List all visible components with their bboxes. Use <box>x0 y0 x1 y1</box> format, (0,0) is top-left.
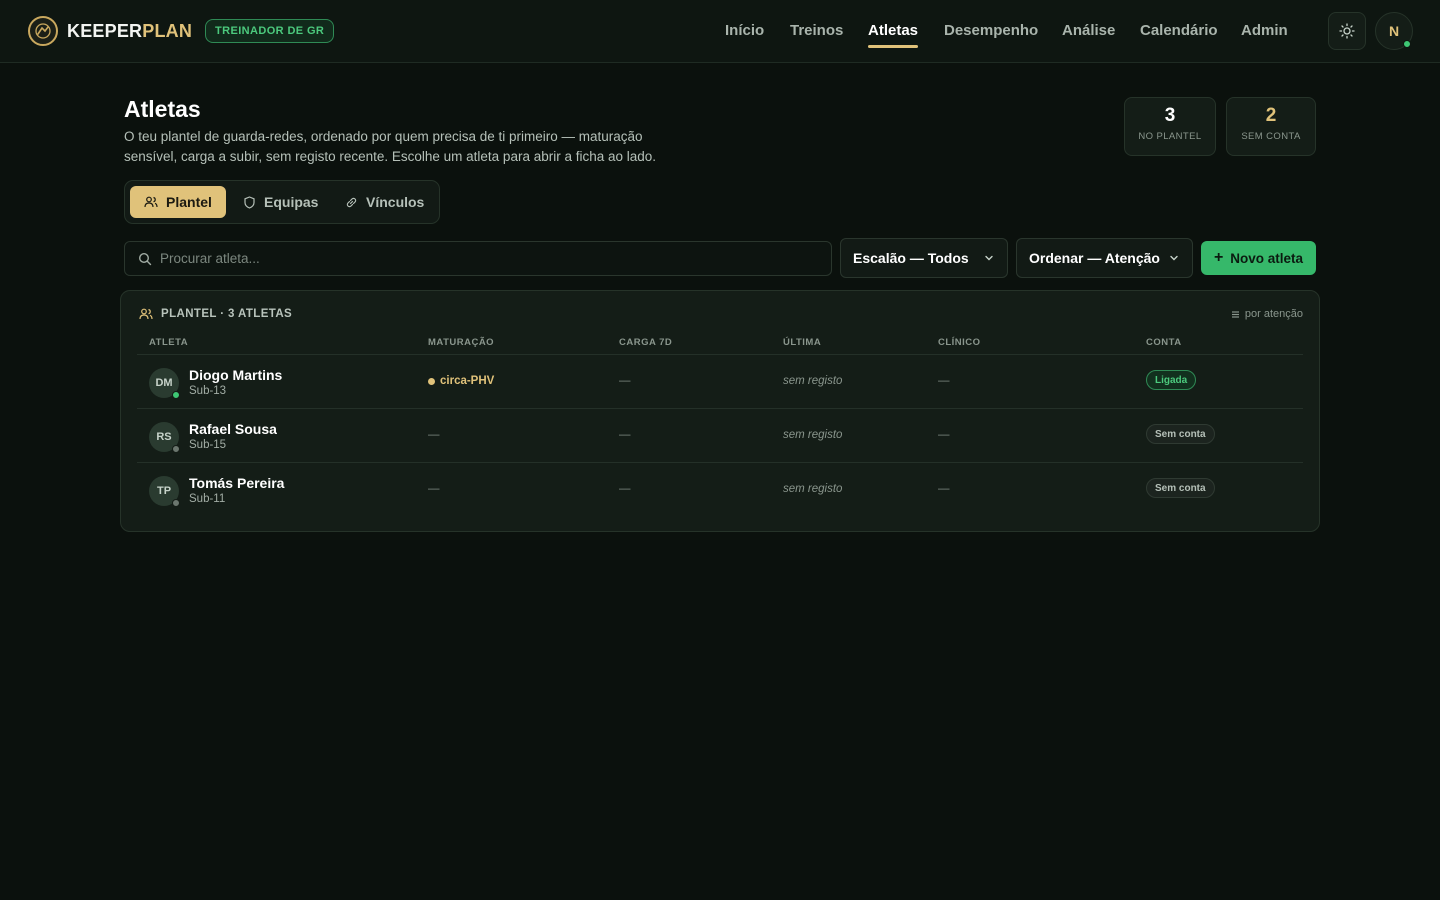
athlete-name: Diogo Martins <box>189 367 283 383</box>
role-badge: TREINADOR DE GR <box>205 19 335 43</box>
athlete-squad: Sub-11 <box>189 493 226 505</box>
escalao-select[interactable]: Escalão — Todos <box>840 238 1008 278</box>
new-athlete-label: Novo atleta <box>1230 250 1304 266</box>
new-athlete-button[interactable]: + Novo atleta <box>1201 241 1316 275</box>
maturation-value: — <box>428 429 440 441</box>
nav-inicio[interactable]: Início <box>725 22 764 39</box>
nav-analise[interactable]: Análise <box>1062 22 1115 39</box>
athletes-table-panel: PLANTEL · 3 ATLETAS por atenção ATLETA M… <box>120 290 1320 532</box>
view-tabs: Plantel Equipas Vínculos <box>124 180 440 224</box>
top-navbar: KEEPERPLAN TREINADOR DE GR Início Treino… <box>0 0 1440 63</box>
brand[interactable]: KEEPERPLAN <box>28 15 192 47</box>
search-input[interactable] <box>160 251 800 266</box>
page-description: O teu plantel de guarda-redes, ordenado … <box>124 129 657 164</box>
nav-calendario[interactable]: Calendário <box>1140 22 1218 39</box>
account-badge: Sem conta <box>1146 424 1215 444</box>
tab-label: Vínculos <box>366 194 425 210</box>
maturation-value: — <box>428 483 440 495</box>
column-header-conta[interactable]: CONTA <box>1146 337 1182 348</box>
load-value: — <box>619 375 631 387</box>
avatar-initials: TP <box>156 485 172 497</box>
stat-no-plantel: 3 NO PLANTEL <box>1124 97 1216 156</box>
nav-admin[interactable]: Admin <box>1241 22 1288 39</box>
brand-name-part2: PLAN <box>142 20 193 41</box>
brand-name: KEEPERPLAN <box>67 21 192 42</box>
brand-name-part1: KEEPER <box>67 20 143 41</box>
table-row[interactable]: DM Diogo Martins Sub-13 circa-PHV — sem … <box>137 355 1303 409</box>
users-icon <box>144 196 158 208</box>
tab-label: Plantel <box>166 194 212 210</box>
last-record-value: sem registo <box>783 429 843 441</box>
status-dot <box>172 499 180 507</box>
tab-vinculos[interactable]: Vínculos <box>331 186 438 218</box>
online-status-dot <box>1403 40 1411 48</box>
plus-icon: + <box>1213 249 1224 266</box>
stat-label: SEM CONTA <box>1241 131 1301 142</box>
page-title: Atletas <box>124 96 201 122</box>
ordenar-select[interactable]: Ordenar — Atenção <box>1016 238 1193 278</box>
panel-title: PLANTEL · 3 ATLETAS <box>161 308 293 320</box>
table-row[interactable]: TP Tomás Pereira Sub-11 — — sem registo … <box>137 463 1303 517</box>
panel-header: PLANTEL · 3 ATLETAS <box>139 307 292 321</box>
link-icon <box>346 197 357 207</box>
users-icon <box>139 308 153 320</box>
stat-value: 3 <box>1164 105 1176 126</box>
list-icon <box>1231 310 1239 318</box>
sort-indicator[interactable]: por atenção <box>1231 308 1303 320</box>
athlete-name: Tomás Pereira <box>189 475 285 491</box>
avatar: DM <box>149 368 180 399</box>
column-header-ultima[interactable]: ÚLTIMA <box>783 337 821 348</box>
column-header-maturacao[interactable]: MATURAÇÃO <box>428 337 494 348</box>
column-header-carga[interactable]: CARGA 7D <box>619 337 672 348</box>
stat-value: 2 <box>1265 105 1277 126</box>
athlete-squad: Sub-13 <box>189 385 227 397</box>
account-badge: Ligada <box>1146 370 1197 390</box>
search-icon <box>138 252 152 265</box>
account-badge: Sem conta <box>1146 478 1215 498</box>
ordenar-value: Ordenar — Atenção <box>1029 250 1160 266</box>
clinical-value: — <box>938 375 950 387</box>
avatar-initials: DM <box>155 377 173 389</box>
status-dot <box>172 391 180 399</box>
chevron-down-icon <box>1170 255 1178 261</box>
clinical-value: — <box>938 429 950 441</box>
nav-treinos[interactable]: Treinos <box>790 22 843 39</box>
search-box <box>124 241 832 276</box>
stat-sem-conta: 2 SEM CONTA <box>1226 97 1316 156</box>
tab-label: Equipas <box>264 194 319 210</box>
column-header-clinico[interactable]: CLÍNICO <box>938 337 981 348</box>
user-avatar-button[interactable]: N <box>1375 12 1413 50</box>
table-row[interactable]: RS Rafael Sousa Sub-15 — — sem registo —… <box>137 409 1303 463</box>
maturation-value: circa-PHV <box>428 375 494 387</box>
nav-atletas[interactable]: Atletas <box>868 22 919 48</box>
stat-label: NO PLANTEL <box>1138 131 1202 142</box>
sort-note-label: por atenção <box>1244 308 1303 320</box>
escalao-value: Escalão — Todos <box>853 250 969 266</box>
sun-icon <box>1339 23 1355 39</box>
load-value: — <box>619 483 631 495</box>
avatar-initials: RS <box>156 431 172 443</box>
load-value: — <box>619 429 631 441</box>
athlete-squad: Sub-15 <box>189 439 227 451</box>
theme-toggle-button[interactable] <box>1328 12 1366 50</box>
avatar: RS <box>149 422 180 453</box>
user-initial: N <box>1388 23 1400 39</box>
tab-plantel[interactable]: Plantel <box>130 186 226 218</box>
last-record-value: sem registo <box>783 483 843 495</box>
keeper-logo-icon <box>28 16 58 46</box>
status-dot <box>172 445 180 453</box>
avatar: TP <box>149 476 180 507</box>
tab-equipas[interactable]: Equipas <box>229 186 332 218</box>
nav-desempenho[interactable]: Desempenho <box>944 22 1038 39</box>
athlete-name: Rafael Sousa <box>189 421 277 437</box>
shield-icon <box>244 195 255 209</box>
column-header-atleta[interactable]: ATLETA <box>149 337 188 348</box>
clinical-value: — <box>938 483 950 495</box>
last-record-value: sem registo <box>783 375 843 387</box>
chevron-down-icon <box>985 255 993 261</box>
